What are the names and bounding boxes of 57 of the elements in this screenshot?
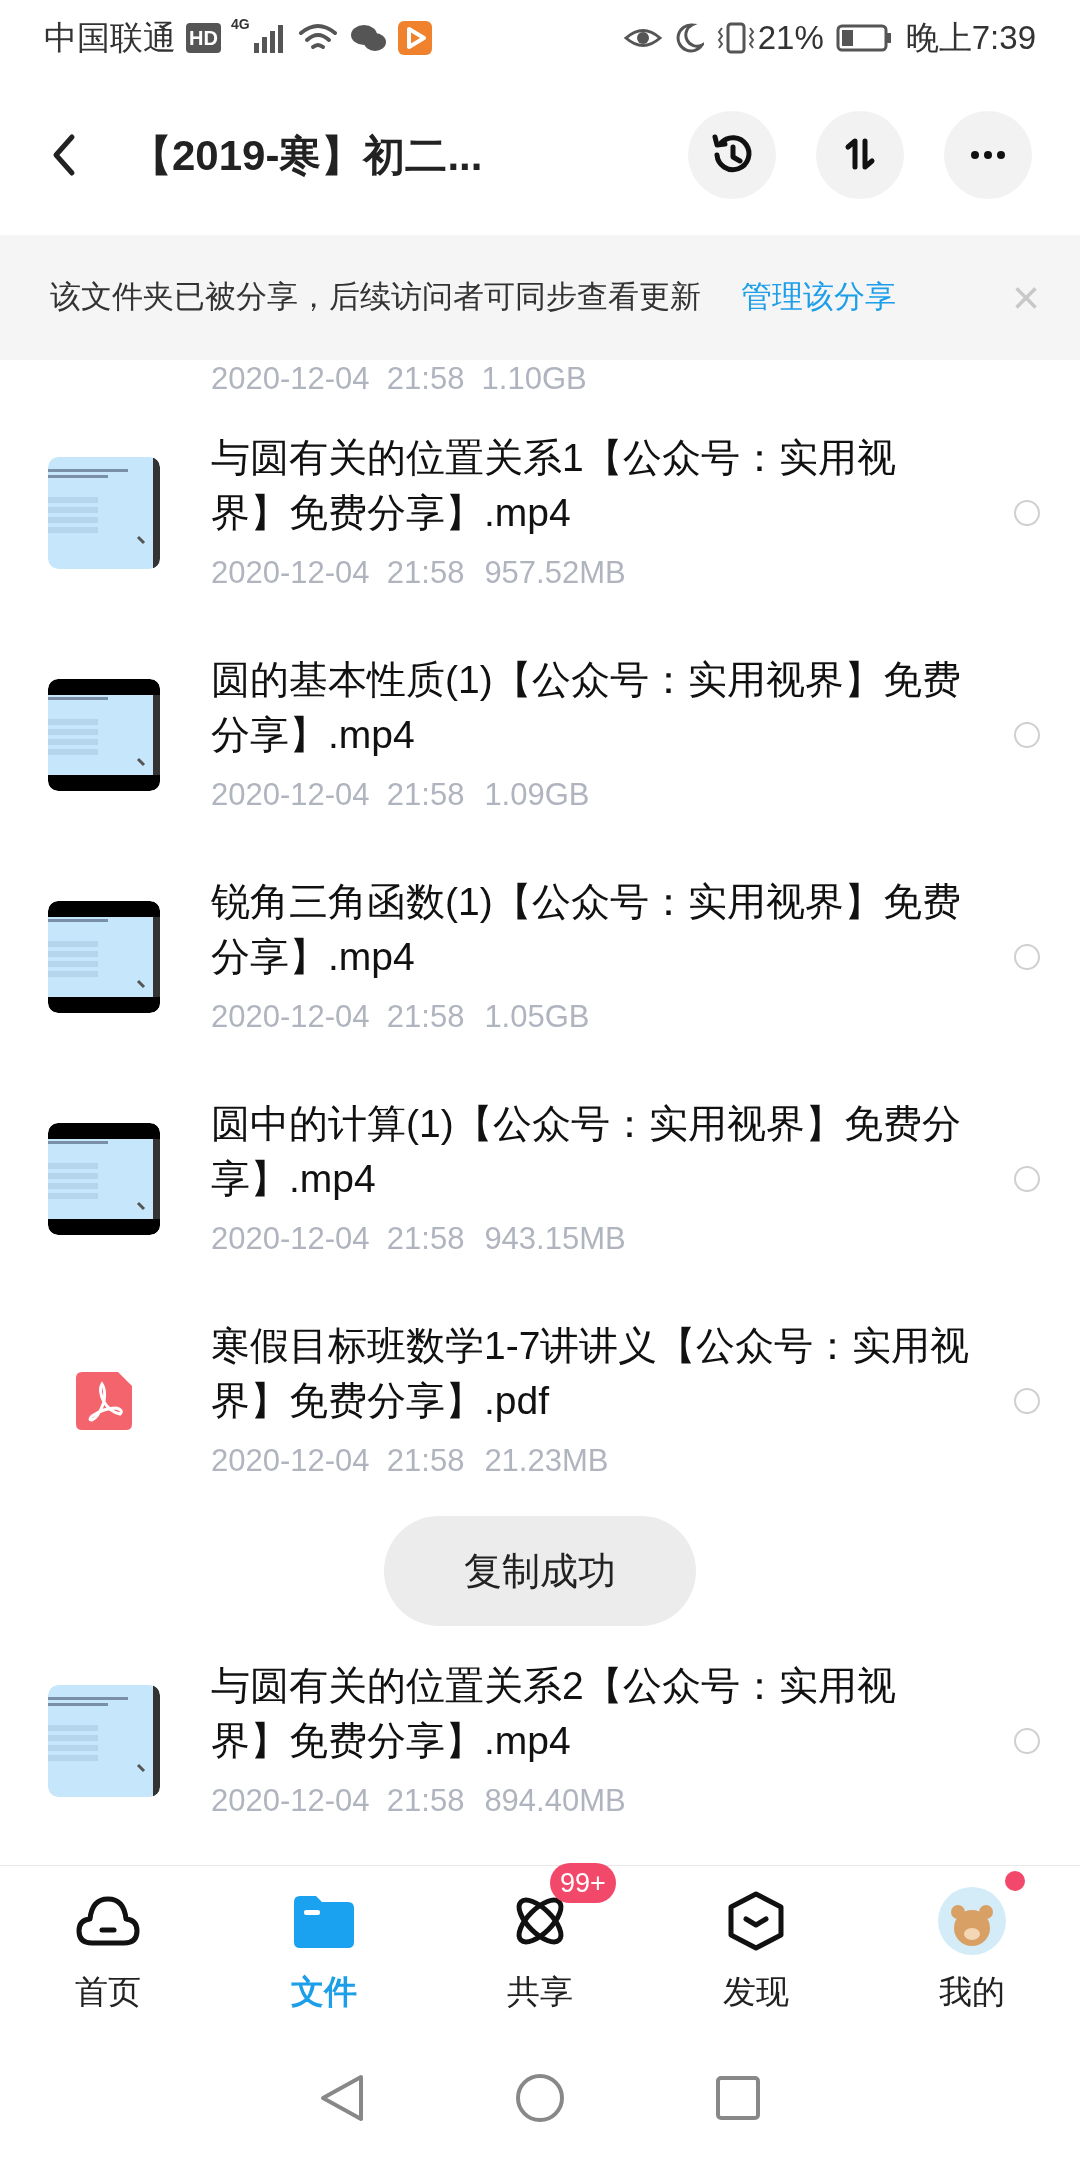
toast-message: 复制成功 (464, 1548, 616, 1594)
file-size: 1.05GB (484, 997, 590, 1036)
file-size: 1.09GB (484, 775, 590, 814)
share-notice: 该文件夹已被分享，后续访问者可同步查看更新 (50, 278, 701, 317)
file-date: 2020-12-04 21:58 (211, 1781, 465, 1820)
folder-icon (294, 1893, 354, 1948)
file-size: 21.23MB (484, 1441, 609, 1480)
file-size: 894.40MB (484, 1781, 626, 1820)
clock-time: 晚上7:39 (905, 17, 1036, 58)
home-nav-button[interactable] (515, 2072, 565, 2123)
select-radio[interactable] (1014, 1728, 1040, 1754)
carrier-name: 中国联通 (44, 17, 176, 58)
file-row[interactable]: 与圆有关的位置关系2【公众号：实用视界】免费分享】.mp4 2020-12-04 21:58 894.40MB (0, 1630, 1080, 1852)
back-icon (319, 2072, 365, 2123)
more-icon (971, 151, 1005, 159)
play-icon (397, 20, 432, 55)
battery-icon (835, 23, 892, 52)
file-date: 2020-12-04 21:58 (211, 553, 465, 592)
nav-tab[interactable]: 发现 (648, 1866, 864, 2035)
battery-percent: 21% (757, 17, 824, 58)
file-name: 与圆有关的位置关系2【公众号：实用视界】免费分享】.mp4 (211, 1662, 897, 1764)
count-badge: 99+ (550, 1862, 616, 1903)
recents-icon (715, 2074, 761, 2121)
nav-tab[interactable]: 我的 (864, 1866, 1080, 2035)
select-radio[interactable] (1014, 722, 1040, 748)
file-name: 圆的基本性质(1)【公众号：实用视界】免费分享】.mp4 (211, 656, 962, 758)
folder-title: 【2019-寒】初二... (130, 130, 484, 181)
select-radio[interactable] (1014, 944, 1040, 970)
file-row[interactable]: 寒假目标班数学1-7讲讲义【公众号：实用视界】免费分享】.pdf 2020-12-04 21:58 21.23MB (0, 1290, 1080, 1512)
home-icon (515, 2072, 565, 2123)
file-name: 圆中的计算(1)【公众号：实用视界】免费分享】.mp4 (211, 1100, 962, 1202)
file-name: 寒假目标班数学1-7讲讲义【公众号：实用视界】免费分享】.pdf (211, 1322, 971, 1424)
file-date: 2020-12-04 21:58 (211, 775, 465, 814)
signal-icon (251, 22, 286, 53)
select-radio[interactable] (1014, 500, 1040, 526)
file-name: 与圆有关的位置关系1【公众号：实用视界】免费分享】.mp4 (211, 434, 897, 536)
file-name: 锐角三角函数(1)【公众号：实用视界】免费分享】.mp4 (211, 878, 962, 980)
file-row[interactable]: 与圆有关的位置关系1【公众号：实用视界】免费分享】.mp4 2020-12-04 21:58 957.52MB (0, 402, 1080, 624)
network-label: 4G (230, 15, 250, 34)
file-date: 2020-12-04 21:58 (211, 997, 465, 1036)
file-row[interactable]: 锐角三角函数(1)【公众号：实用视界】免费分享】.mp4 2020-12-04 21:58 1.05GB (0, 846, 1080, 1068)
select-radio[interactable] (1014, 1388, 1040, 1414)
file-date: 2020-12-04 21:58 (211, 1441, 465, 1480)
pdf-icon (76, 1372, 132, 1430)
hd-badge: HD (186, 22, 221, 53)
vibrate-icon (715, 21, 756, 54)
file-size: 943.15MB (484, 1219, 626, 1258)
back-nav-button[interactable] (319, 2072, 365, 2123)
nav-tab[interactable]: 首页 (0, 1866, 216, 2035)
avatar-icon (937, 1885, 1007, 1956)
file-row[interactable]: 圆的基本性质(1)【公众号：实用视界】免费分享】.mp4 2020-12-04 21:58 1.09GB (0, 624, 1080, 846)
file-date: 2020-12-04 21:58 (211, 1219, 465, 1258)
select-radio[interactable] (1014, 1166, 1040, 1192)
file-meta: 2020-12-04 21:58 1.10GB (211, 360, 587, 398)
file-size: 957.52MB (484, 553, 626, 592)
file-row[interactable]: 圆中的计算(1)【公众号：实用视界】免费分享】.mp4 2020-12-04 21:58 943.15MB (0, 1068, 1080, 1290)
recents-nav-button[interactable] (715, 2074, 761, 2121)
